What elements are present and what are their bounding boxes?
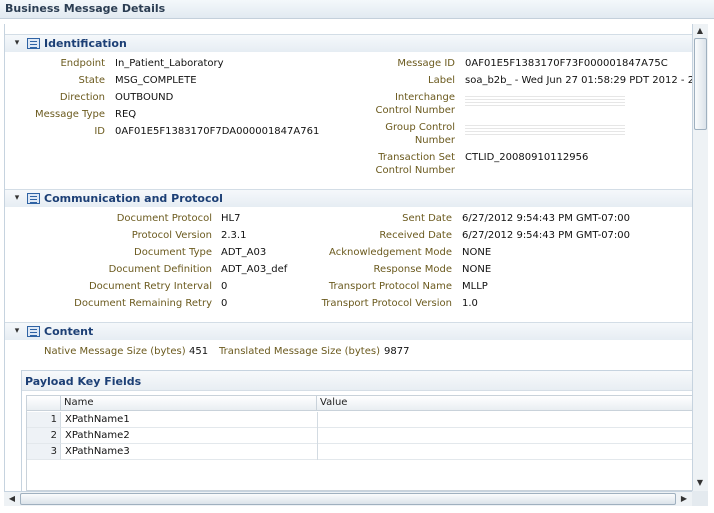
horizontal-scrollbar[interactable]: ◀ ▶ [4, 491, 692, 506]
group-control-number-value [465, 124, 625, 135]
table-row-name[interactable]: XPathName3 [61, 444, 317, 460]
transaction-set-control-number-value: CTLID_20080910112956 [465, 152, 589, 163]
group-control-label-line2: Number [414, 135, 455, 146]
column-header-name[interactable]: Name [61, 396, 317, 411]
arrow-left-icon[interactable]: ◀ [5, 492, 19, 506]
table-row-value[interactable] [317, 412, 692, 428]
payload-table: Name Value 1 XPathName1 2 XPathName2 3 X… [26, 395, 692, 491]
horizontal-scroll-thumb[interactable] [20, 493, 676, 505]
message-type-value: REQ [115, 109, 137, 120]
table-row-name[interactable]: XPathName1 [61, 412, 317, 428]
row-number: 3 [27, 444, 61, 460]
section-header-identification[interactable]: ▾ Identification [5, 34, 692, 52]
endpoint-label: Endpoint [60, 58, 105, 69]
interchange-label-line1: Interchange [394, 92, 455, 103]
transport-protocol-name-label: Transport Protocol Name [328, 281, 452, 292]
state-label: State [78, 75, 105, 86]
document-retry-interval-value: 0 [221, 281, 228, 292]
sent-date-label: Sent Date [402, 213, 452, 224]
row-number: 2 [27, 428, 61, 444]
message-type-label: Message Type [35, 109, 105, 120]
id-value: 0AF01E5F1383170F7DA000001847A761 [115, 126, 320, 137]
message-id-value: 0AF01E5F1383170F73F000001847A75C [465, 58, 668, 69]
column-header-value[interactable]: Value [317, 396, 692, 411]
chevron-down-icon[interactable]: ▾ [10, 324, 24, 338]
table-row-name[interactable]: XPathName2 [61, 428, 317, 444]
native-message-size-value: 451 [189, 346, 209, 357]
payload-panel-header: Payload Key Fields [22, 371, 692, 391]
section-header-communication[interactable]: ▾ Communication and Protocol [5, 189, 692, 207]
native-message-size-label: Native Message Size (bytes) [44, 346, 186, 357]
arrow-down-icon[interactable]: ▼ [693, 476, 707, 490]
row-number-header [27, 396, 61, 411]
transport-protocol-version-label: Transport Protocol Version [321, 298, 452, 309]
interchange-label-line2: Control Number [375, 105, 456, 116]
acknowledgement-mode-value: NONE [462, 247, 492, 258]
table-row-value[interactable] [317, 428, 692, 444]
document-definition-label: Document Definition [108, 264, 212, 275]
table-row-value[interactable] [317, 444, 692, 460]
transaction-set-label-line2: Control Number [375, 165, 456, 176]
payload-panel-title: Payload Key Fields [25, 375, 142, 388]
document-protocol-label: Document Protocol [116, 213, 212, 224]
translated-message-size-value: 9877 [384, 346, 410, 357]
protocol-version-label: Protocol Version [131, 230, 212, 241]
received-date-label: Received Date [379, 230, 452, 241]
column-header-name-label: Name [64, 397, 94, 408]
message-id-label: Message ID [397, 58, 455, 69]
sent-date-value: 6/27/2012 9:54:43 PM GMT-07:00 [462, 213, 631, 224]
vertical-scrollbar[interactable]: ▲ ▼ [692, 24, 708, 491]
response-mode-label: Response Mode [373, 264, 452, 275]
vertical-scroll-thumb[interactable] [694, 38, 707, 130]
direction-value: OUTBOUND [115, 92, 174, 103]
arrow-right-icon[interactable]: ▶ [677, 492, 691, 506]
document-retry-interval-label: Document Retry Interval [88, 281, 212, 292]
section-title-content: Content [44, 325, 94, 338]
label-label: Label [428, 75, 455, 86]
section-title-identification: Identification [44, 37, 127, 50]
document-type-value: ADT_A03 [221, 247, 267, 258]
received-date-value: 6/27/2012 9:54:43 PM GMT-07:00 [462, 230, 631, 241]
section-header-content[interactable]: ▾ Content [5, 322, 692, 340]
chevron-down-icon[interactable]: ▾ [10, 36, 24, 50]
scrollbar-corner [692, 491, 708, 506]
section-title-communication: Communication and Protocol [44, 192, 223, 205]
response-mode-value: NONE [462, 264, 492, 275]
transaction-set-label-line1: Transaction Set [378, 152, 455, 163]
arrow-up-icon[interactable]: ▲ [693, 24, 707, 38]
acknowledgement-mode-label: Acknowledgement Mode [329, 247, 452, 258]
list-icon [27, 193, 40, 204]
protocol-version-value: 2.3.1 [221, 230, 247, 241]
interchange-control-number-value [465, 95, 625, 106]
endpoint-value: In_Patient_Laboratory [115, 58, 224, 69]
translated-message-size-label: Translated Message Size (bytes) [219, 346, 380, 357]
document-protocol-value: HL7 [221, 213, 241, 224]
title-bar: Business Message Details [0, 0, 714, 19]
list-icon [27, 38, 40, 49]
document-remaining-retry-value: 0 [221, 298, 228, 309]
group-control-label-line1: Group Control [385, 122, 455, 133]
transport-protocol-name-value: MLLP [462, 281, 488, 292]
transport-protocol-version-value: 1.0 [462, 298, 478, 309]
document-type-label: Document Type [134, 247, 212, 258]
column-header-value-label: Value [320, 397, 348, 408]
label-value: soa_b2b_ - Wed Jun 27 01:58:29 PDT 2012 … [465, 75, 692, 86]
list-icon [27, 326, 40, 337]
details-viewport: ▾ Identification Endpoint In_Patient_Lab… [4, 24, 692, 491]
chevron-down-icon[interactable]: ▾ [10, 191, 24, 205]
column-divider [317, 412, 318, 460]
window-title: Business Message Details [5, 2, 166, 15]
payload-key-fields-panel: Payload Key Fields Name Value 1 XPathNam… [21, 370, 692, 491]
document-remaining-retry-label: Document Remaining Retry [74, 298, 212, 309]
direction-label: Direction [59, 92, 105, 103]
row-number: 1 [27, 412, 61, 428]
document-definition-value: ADT_A03_def [221, 264, 288, 275]
state-value: MSG_COMPLETE [115, 75, 197, 86]
id-label: ID [94, 126, 105, 137]
